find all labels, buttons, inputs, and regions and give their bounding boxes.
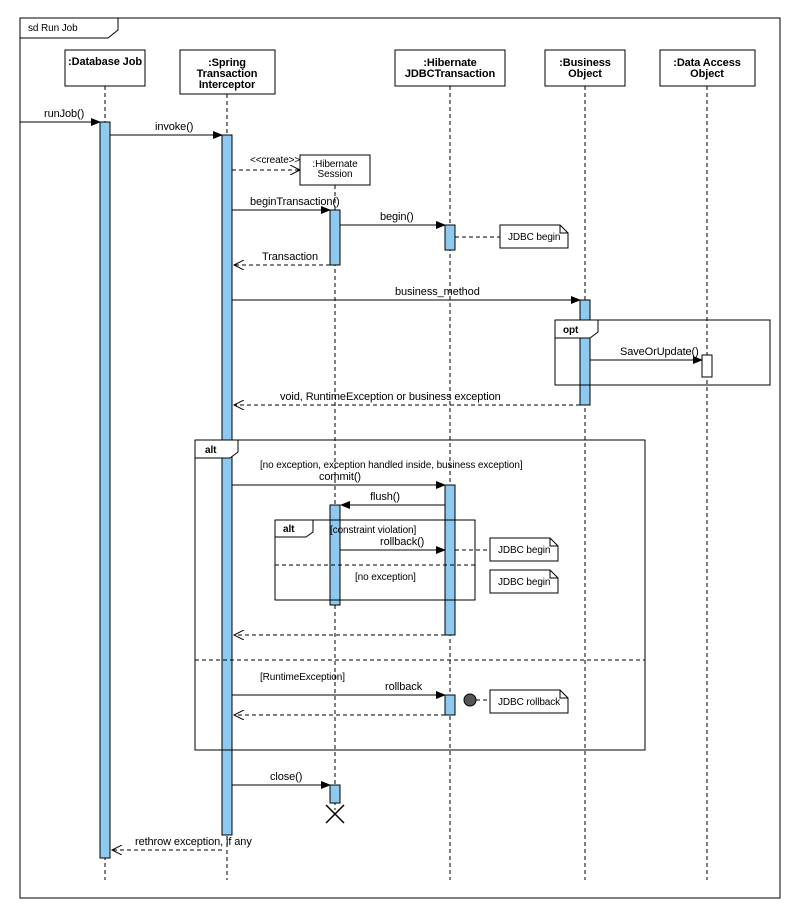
destroy-icon: [326, 805, 344, 823]
fragment-alt-label: alt: [205, 445, 217, 456]
fragment-alt-guard1: [no exception, exception handled inside,…: [260, 460, 523, 471]
msg-saveorupdate: SaveOrUpdate(): [620, 346, 699, 358]
msg-return-biz: void, RuntimeException or business excep…: [280, 391, 501, 403]
fragment-alt: [195, 440, 645, 750]
note-jdbc-rollback: JDBC rollback: [476, 690, 568, 713]
fragment-alt-guard2: [RuntimeException]: [260, 672, 345, 683]
fragment-inner-guard2: [no exception]: [355, 572, 416, 583]
msg-flush: flush(): [370, 491, 400, 503]
msg-transaction: Transaction: [262, 251, 318, 263]
frame: [20, 18, 780, 898]
activation-hjt1: [445, 225, 455, 250]
msg-rollback: rollback(): [380, 536, 424, 548]
svg-text:JDBC rollback: JDBC rollback: [498, 697, 561, 708]
msg-bizmethod: business_method: [395, 286, 480, 298]
msg-commit: commit(): [319, 471, 361, 483]
note-text: JDBC begin: [508, 232, 560, 243]
msg-begin: begin(): [380, 211, 414, 223]
msg-close: close(): [270, 771, 302, 783]
activation-bo: [580, 300, 590, 405]
activation-hjt2: [445, 485, 455, 635]
msg-invoke: invoke(): [155, 121, 193, 133]
activation-hs-close: [330, 785, 340, 803]
fragment-opt-label: opt: [563, 325, 579, 336]
svg-text::Database Job: :Database Job: [68, 56, 142, 68]
activation-sti: [222, 135, 232, 835]
lifeline-data-access-object: :Data AccessObject: [660, 50, 755, 880]
lifeline-hibernate-session-label: :HibernateSession: [312, 159, 358, 180]
activation-db: [100, 122, 110, 858]
lifeline-business-object: :BusinessObject: [545, 50, 625, 880]
note-jdbc-begin3: JDBC begin: [490, 570, 558, 593]
note-jdbc-begin2: JDBC begin: [455, 538, 558, 561]
rollback-dot-icon: [464, 694, 476, 706]
msg-begintx: beginTransaction(): [250, 196, 340, 208]
fragment-inner-alt-label: alt: [283, 524, 295, 535]
activation-dao: [702, 355, 712, 377]
frame-title: sd Run Job: [28, 23, 78, 34]
msg-rollback2: rollback: [385, 681, 423, 693]
fragment-inner-guard1: [constraint violation]: [330, 525, 417, 536]
svg-text:JDBC begin: JDBC begin: [498, 545, 550, 556]
msg-runjob: runJob(): [44, 108, 84, 120]
activation-hs1: [330, 210, 340, 265]
svg-text:JDBC begin: JDBC begin: [498, 577, 550, 588]
msg-rethrow: rethrow exception, if any: [135, 836, 252, 848]
note-jdbc-begin: JDBC begin: [455, 225, 568, 248]
sequence-diagram: sd Run Job :Database Job :SpringTransact…: [0, 0, 800, 911]
msg-create: <<create>>: [250, 155, 300, 166]
lifeline-label: :Database Job: [68, 56, 142, 68]
activation-hjt3: [445, 695, 455, 715]
